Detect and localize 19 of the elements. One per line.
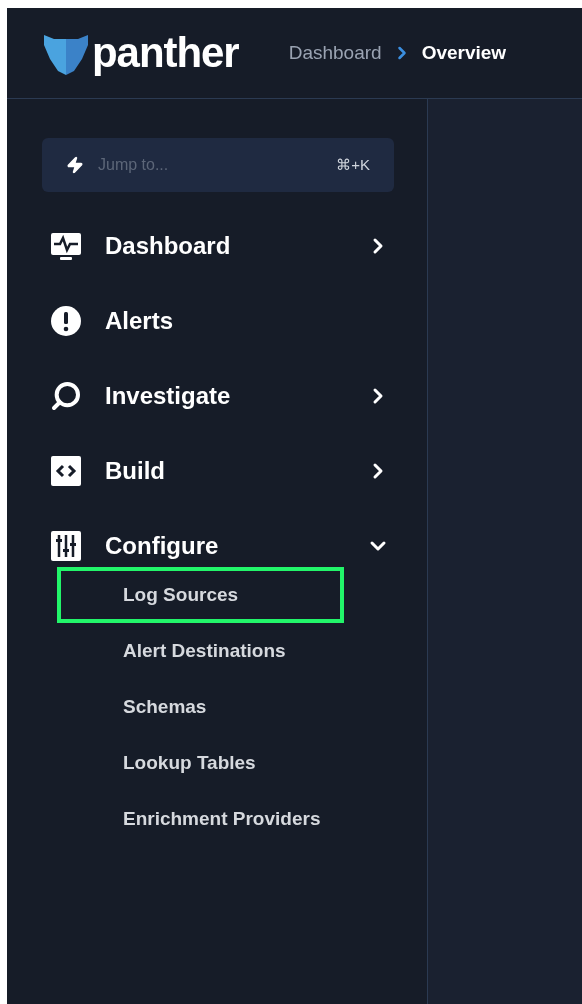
breadcrumb-current: Overview xyxy=(421,40,507,65)
submenu-item[interactable]: Enrichment Providers xyxy=(57,791,344,847)
logo-text: panther xyxy=(92,32,239,74)
jump-field[interactable]: Jump to... ⌘+K xyxy=(42,138,394,192)
submenu-item[interactable]: Schemas xyxy=(57,679,344,735)
code-icon xyxy=(50,454,82,487)
nav-item[interactable]: Dashboard xyxy=(42,208,394,283)
shortcut-hint: ⌘+K xyxy=(336,154,370,175)
nav-item[interactable]: Build xyxy=(42,433,394,508)
search-icon xyxy=(50,379,82,412)
alert-icon xyxy=(50,304,82,337)
nav-item[interactable]: Investigate xyxy=(42,358,394,433)
submenu-item[interactable]: Lookup Tables xyxy=(57,735,344,791)
nav-item[interactable]: Alerts xyxy=(42,283,394,358)
sliders-icon xyxy=(50,529,82,562)
breadcrumb-link[interactable]: Dashboard xyxy=(288,38,382,68)
submenu-item[interactable]: Alert Destinations xyxy=(57,623,344,679)
submenu-item[interactable]: Log Sources xyxy=(57,567,344,623)
lightning-icon xyxy=(66,156,84,174)
